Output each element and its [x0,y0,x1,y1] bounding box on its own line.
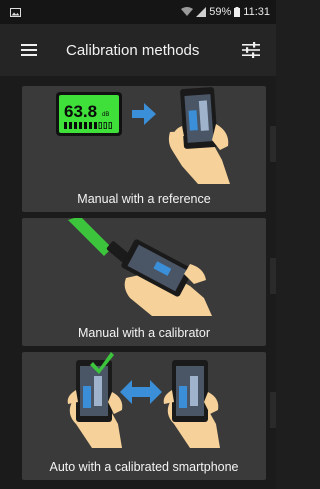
hand-holding-phone-left-icon [67,360,123,448]
settings-button[interactable] [240,39,262,61]
menu-button[interactable] [18,39,40,61]
image-notification-icon [10,7,21,17]
signal-icon [196,7,207,17]
hamburger-menu-icon [21,44,37,56]
hand-holding-phone-icon [121,239,212,316]
hand-holding-phone-icon [168,87,230,184]
page-title: Calibration methods [66,41,200,59]
card-caption: Manual with a reference [77,192,211,206]
battery-icon [234,7,241,17]
hand-holding-phone-right-icon [163,360,220,448]
method-card-reference[interactable]: 63.8 dB Manual with a reference [22,86,266,212]
status-bar: 59% 11:31 [0,0,276,24]
meter-value: 63.8 [64,102,97,121]
method-card-auto[interactable]: Auto with a calibrated smartphone [22,352,266,480]
double-arrow-icon [120,380,162,404]
clock: 11:31 [243,6,270,18]
method-card-calibrator[interactable]: Manual with a calibrator [22,218,266,346]
sound-level-meter-icon: 63.8 dB [56,92,122,136]
app-bar: Calibration methods [0,24,276,76]
battery-percent: 59% [209,6,232,18]
wifi-icon [181,7,194,16]
arrow-right-icon [132,103,156,125]
card-caption: Manual with a calibrator [77,326,210,340]
auto-calibration-illustration [67,352,220,448]
methods-list: 63.8 dB Manual with a reference Manual w… [0,76,276,489]
reference-meter-illustration: 63.8 dB [56,87,230,184]
card-caption: Auto with a calibrated smartphone [49,460,239,474]
sliders-icon [242,42,260,58]
meter-unit: dB [102,112,109,118]
calibrator-illustration [68,218,212,316]
